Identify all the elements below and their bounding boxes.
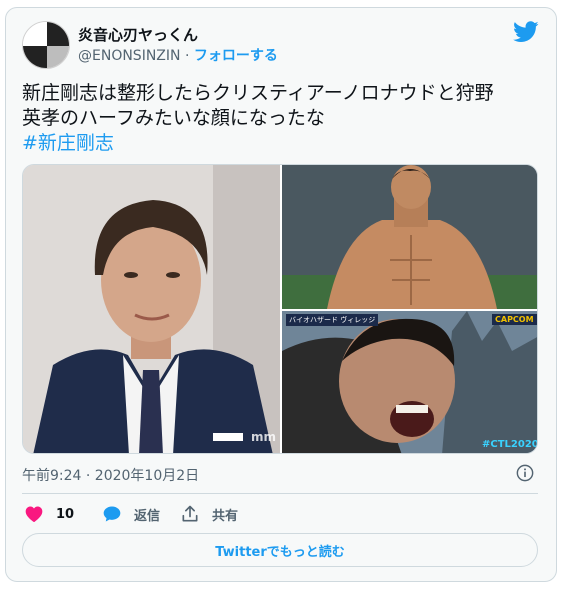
reply-label: 返信 — [134, 508, 161, 524]
reply-button[interactable]: 返信 — [102, 502, 160, 526]
photo-illustration — [282, 311, 537, 453]
share-button[interactable]: 共有 — [180, 502, 238, 526]
tweet-text-line: 英孝のハーフみたいな顔になったな — [22, 107, 325, 129]
media-grid: mm バイオハザード ヴィレッジ CAPCOM #CTL2020 — [22, 164, 538, 454]
author-handle-row: @ENONSINZIN · フォローする — [78, 45, 278, 65]
avatar-quadrant — [47, 22, 69, 46]
tweet-text-line: 新庄剛志は整形したらクリスティアーノロナウドと狩野 — [22, 82, 494, 104]
divider — [22, 493, 538, 494]
tweet-timestamp[interactable]: 午前9:24 · 2020年10月2日 — [22, 465, 199, 485]
photo-man-in-suit[interactable]: mm — [23, 165, 280, 453]
heart-icon — [25, 506, 43, 522]
game-title-tag: バイオハザード ヴィレッジ — [286, 314, 379, 326]
avatar-quadrant — [47, 46, 69, 68]
avatar-quadrant — [23, 46, 47, 68]
photo-illustration — [282, 165, 537, 309]
twitter-bird-icon[interactable] — [513, 21, 539, 43]
read-more-button[interactable]: Twitterでもっと読む — [22, 533, 538, 567]
photo-illustration — [23, 165, 280, 453]
tweet-text: 新庄剛志は整形したらクリスティアーノロナウドと狩野 英孝のハーフみたいな顔になっ… — [22, 81, 542, 156]
author-handle[interactable]: @ENONSINZIN — [78, 48, 181, 64]
watermark-text: mm — [251, 430, 277, 444]
speech-bubble-icon — [103, 506, 121, 522]
share-icon — [182, 505, 198, 522]
share-label: 共有 — [212, 508, 239, 524]
hashtag-link[interactable]: #新庄剛志 — [22, 131, 542, 156]
follow-link[interactable]: フォローする — [194, 48, 278, 64]
photo-game-stream[interactable]: バイオハザード ヴィレッジ CAPCOM #CTL2020 — [282, 311, 538, 453]
tweet-card: 炎音心刃ヤっくん @ENONSINZIN · フォローする 新庄剛志は整形したら… — [5, 7, 557, 582]
stream-hashtag: #CTL2020 — [482, 439, 538, 450]
photo-athlete[interactable] — [282, 165, 537, 309]
avatar[interactable] — [22, 21, 70, 69]
brand-badge: CAPCOM — [492, 314, 537, 325]
handle-separator: · — [180, 48, 194, 64]
info-icon[interactable] — [516, 464, 534, 482]
like-count: 10 — [56, 506, 75, 522]
avatar-quadrant — [23, 22, 47, 46]
like-button[interactable]: 10 — [24, 502, 74, 526]
author-display-name[interactable]: 炎音心刃ヤっくん — [78, 24, 198, 45]
